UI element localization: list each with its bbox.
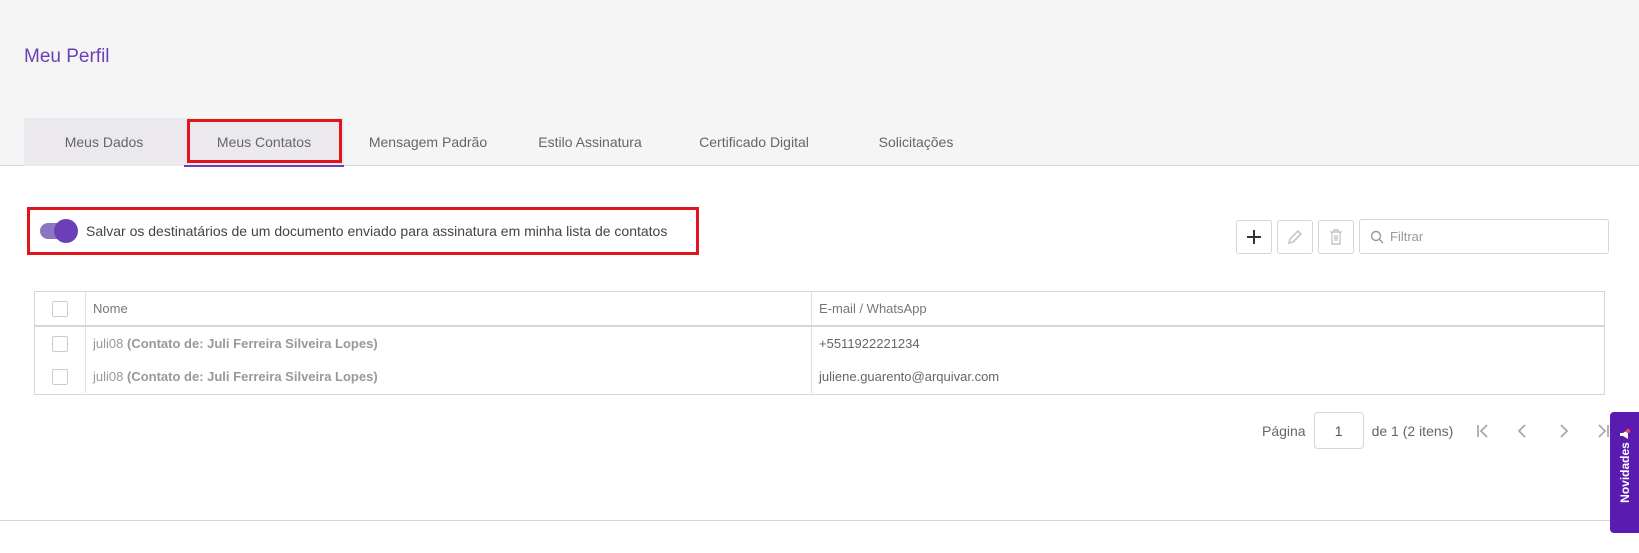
contacts-toolbar bbox=[1236, 219, 1609, 254]
plus-icon bbox=[1247, 229, 1261, 244]
table-row[interactable]: juli08 (Contato de: Juli Ferreira Silvei… bbox=[35, 327, 1604, 360]
page-summary: de 1 (2 itens) bbox=[1371, 422, 1454, 439]
page-number-input[interactable]: 1 bbox=[1313, 412, 1364, 449]
contact-name: juli08 bbox=[93, 369, 124, 384]
save-recipients-label: Salvar os destinatários de um documento … bbox=[86, 223, 668, 239]
row-checkbox[interactable] bbox=[52, 368, 68, 385]
first-page-button[interactable] bbox=[1463, 416, 1503, 446]
filter-field[interactable] bbox=[1359, 219, 1609, 254]
contact-email: juliene.guarento@arquivar.com bbox=[819, 369, 1000, 384]
chevron-left-icon bbox=[1518, 423, 1526, 438]
contact-name: juli08 bbox=[93, 336, 124, 351]
filter-input[interactable] bbox=[1390, 229, 1590, 244]
bottom-divider bbox=[0, 520, 1639, 521]
row-name-cell: juli08 (Contato de: Juli Ferreira Silvei… bbox=[86, 327, 812, 360]
page-title: Meu Perfil bbox=[24, 46, 110, 67]
pencil-icon bbox=[1287, 229, 1303, 244]
row-check-cell bbox=[35, 327, 86, 360]
tab-mensagem-padrao[interactable]: Mensagem Padrão bbox=[344, 118, 512, 166]
table-header: Nome E-mail / WhatsApp bbox=[35, 292, 1604, 327]
tab-solicitacoes[interactable]: Solicitações bbox=[840, 118, 992, 166]
select-all-cell bbox=[35, 292, 86, 325]
previous-page-button[interactable] bbox=[1503, 416, 1543, 446]
table-row[interactable]: juli08 (Contato de: Juli Ferreira Silvei… bbox=[35, 360, 1604, 393]
save-recipients-toggle[interactable] bbox=[40, 219, 78, 243]
contact-owner: (Contato de: Juli Ferreira Silveira Lope… bbox=[126, 336, 378, 351]
column-header-name[interactable]: Nome bbox=[86, 292, 812, 325]
pagination: Página 1 de 1 (2 itens) bbox=[1262, 412, 1623, 449]
contact-email: +5511922221234 bbox=[819, 336, 920, 351]
profile-tabs: Meus Dados Meus Contatos Mensagem Padrão… bbox=[24, 118, 992, 167]
row-check-cell bbox=[35, 360, 86, 393]
chevron-right-icon bbox=[1560, 423, 1569, 438]
toggle-knob bbox=[54, 219, 78, 243]
delete-contact-button[interactable] bbox=[1318, 219, 1354, 254]
select-all-checkbox[interactable] bbox=[52, 300, 68, 317]
row-checkbox[interactable] bbox=[52, 335, 68, 352]
tab-meus-dados[interactable]: Meus Dados bbox=[24, 118, 184, 166]
row-name-cell: juli08 (Contato de: Juli Ferreira Silvei… bbox=[86, 360, 812, 393]
edit-contact-button[interactable] bbox=[1277, 219, 1313, 254]
novidades-tab[interactable]: Novidades bbox=[1610, 412, 1639, 533]
trash-icon bbox=[1330, 228, 1342, 245]
add-contact-button[interactable] bbox=[1236, 219, 1272, 254]
contacts-table: Nome E-mail / WhatsApp juli08 (Contato d… bbox=[34, 291, 1605, 395]
tab-meus-contatos[interactable]: Meus Contatos bbox=[184, 118, 344, 167]
next-page-button[interactable] bbox=[1543, 416, 1583, 446]
contact-owner: (Contato de: Juli Ferreira Silveira Lope… bbox=[126, 369, 378, 384]
page-label: Página bbox=[1262, 422, 1306, 439]
tab-estilo-assinatura[interactable]: Estilo Assinatura bbox=[512, 118, 668, 166]
novidades-label: Novidades bbox=[1618, 442, 1632, 503]
tab-certificado-digital[interactable]: Certificado Digital bbox=[668, 118, 840, 166]
column-header-email[interactable]: E-mail / WhatsApp bbox=[812, 292, 1604, 325]
first-page-icon bbox=[1477, 423, 1488, 438]
save-recipients-setting: Salvar os destinatários de um documento … bbox=[27, 207, 699, 255]
search-icon bbox=[1370, 230, 1384, 243]
